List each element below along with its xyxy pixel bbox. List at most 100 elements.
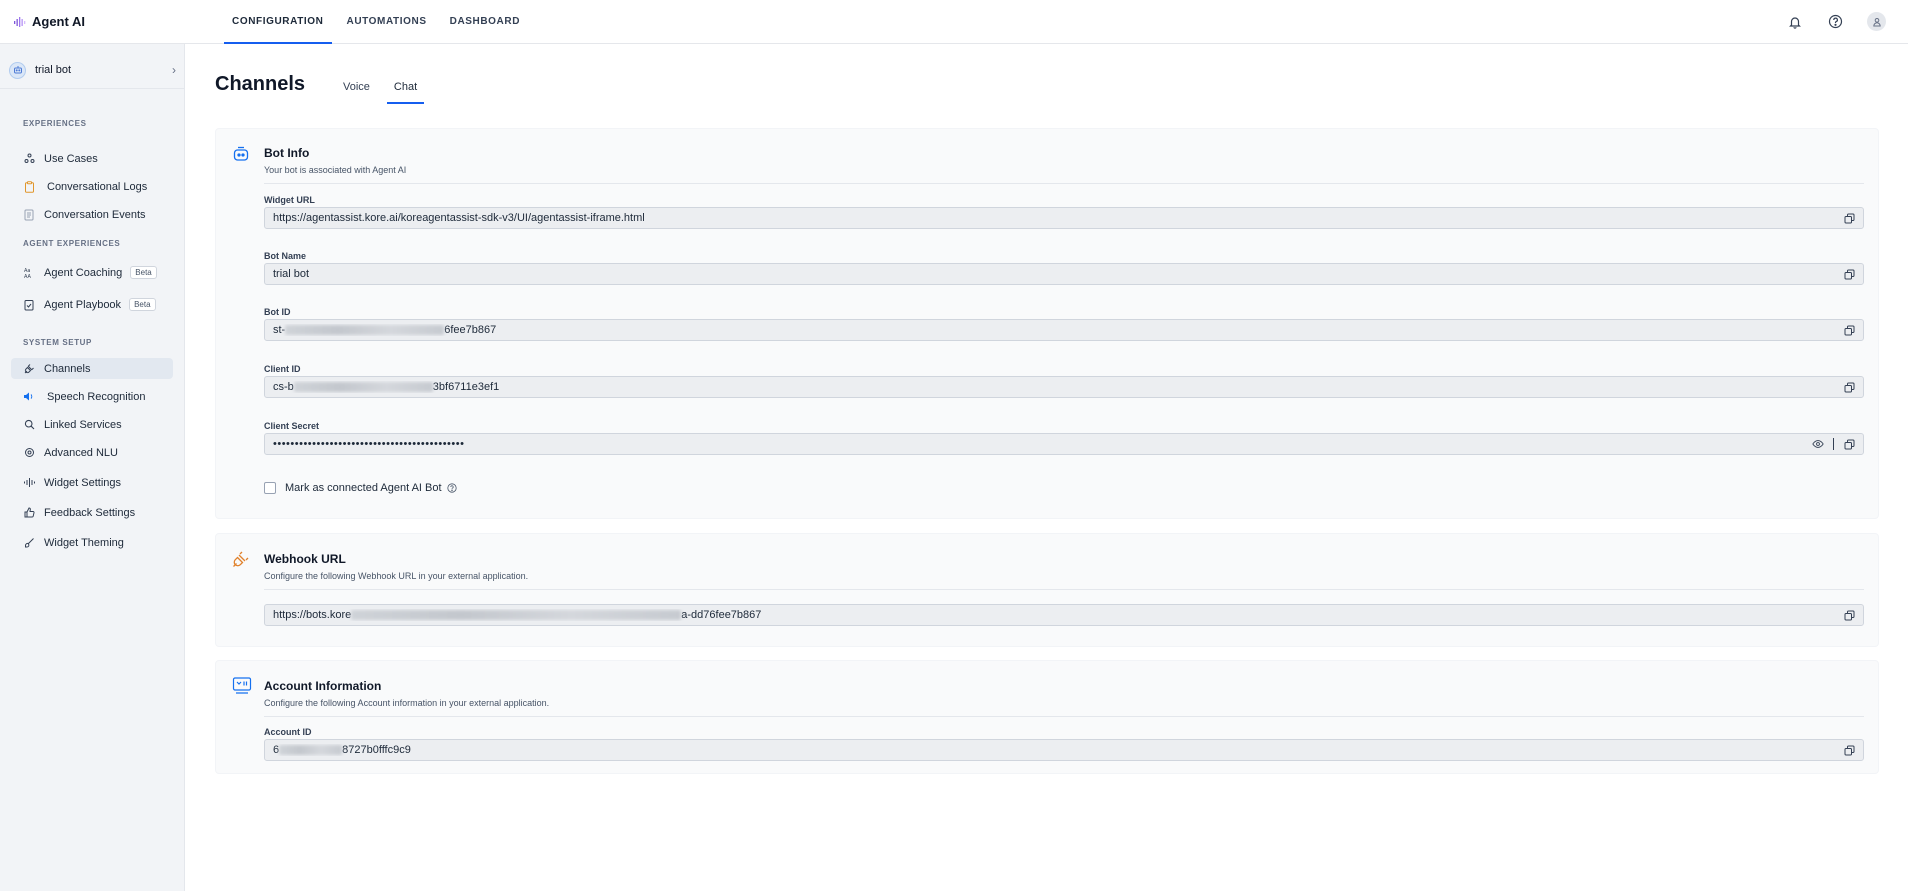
info-icon[interactable] <box>446 483 457 493</box>
speaker-icon <box>23 391 35 403</box>
section-system-setup: SYSTEM SETUP <box>23 338 92 347</box>
sidebar-item-agent-coaching[interactable]: Aa AA Agent Coaching Beta <box>11 262 173 283</box>
redacted-mask <box>351 610 682 621</box>
brand-name: Agent AI <box>32 14 85 29</box>
channel-tabs: Voice Chat <box>336 76 425 104</box>
sidebar-item-use-cases[interactable]: Use Cases <box>11 148 173 169</box>
bot-id-prefix: st- <box>273 324 286 336</box>
bot-id-field[interactable]: st- 6fee7b867 <box>264 319 1864 341</box>
plug-icon <box>23 363 35 375</box>
connected-bot-checkbox[interactable] <box>264 482 276 494</box>
bot-info-card: Bot Info Your bot is associated with Age… <box>215 128 1879 519</box>
tab-configuration[interactable]: CONFIGURATION <box>224 0 332 44</box>
bot-selector[interactable]: trial bot › <box>0 52 185 89</box>
copy-icon[interactable] <box>1843 609 1855 621</box>
separator <box>1833 438 1834 450</box>
waveform-icon <box>23 477 35 489</box>
sidebar-item-feedback-settings[interactable]: Feedback Settings <box>11 502 173 523</box>
divider <box>264 183 1864 184</box>
account-card: Account Information Configure the follow… <box>215 660 1879 774</box>
thumbs-up-icon <box>23 507 35 519</box>
widget-url-field[interactable]: https://agentassist.kore.ai/koreagentass… <box>264 207 1864 229</box>
redacted-mask <box>279 745 343 756</box>
help-icon[interactable] <box>1826 12 1845 31</box>
sidebar-item-channels[interactable]: Channels <box>11 358 173 379</box>
tab-dashboard[interactable]: DASHBOARD <box>442 0 528 44</box>
sidebar-item-label: Agent Coaching <box>44 266 123 279</box>
sidebar-item-conversational-logs[interactable]: Conversational Logs <box>11 176 173 197</box>
client-id-field[interactable]: cs-b 3bf6711e3ef1 <box>264 376 1864 398</box>
copy-icon[interactable] <box>1843 212 1855 224</box>
beta-badge: Beta <box>129 298 156 311</box>
client-id-value: cs-b 3bf6711e3ef1 <box>273 381 1843 393</box>
sidebar: trial bot › EXPERIENCES Use Cases Conver… <box>0 44 185 891</box>
card-title: Account Information <box>264 679 382 693</box>
bot-icon <box>233 146 249 161</box>
sidebar-item-widget-theming[interactable]: Widget Theming <box>11 532 173 553</box>
account-id-label: Account ID <box>264 727 312 737</box>
brand-logo[interactable]: Agent AI <box>14 14 85 29</box>
webhook-card: Webhook URL Configure the following Webh… <box>215 533 1879 647</box>
widget-url-value: https://agentassist.kore.ai/koreagentass… <box>273 212 645 224</box>
copy-icon[interactable] <box>1843 324 1855 336</box>
redacted-mask <box>293 382 433 393</box>
copy-icon[interactable] <box>1843 268 1855 280</box>
bot-name-label: Bot Name <box>264 251 307 261</box>
webhook-url-field[interactable]: https://bots.kore a-dd76fee7b867 <box>264 604 1864 626</box>
account-id-suffix: 8727b0fffc9c9 <box>342 744 411 756</box>
sidebar-item-advanced-nlu[interactable]: Advanced NLU <box>11 442 173 463</box>
top-nav-tabs: CONFIGURATION AUTOMATIONS DASHBOARD <box>224 0 535 44</box>
clipboard-icon <box>23 180 35 193</box>
document-icon <box>23 209 35 221</box>
webhook-url-prefix: https://bots.kore <box>273 609 352 621</box>
tab-chat[interactable]: Chat <box>386 76 425 104</box>
copy-icon[interactable] <box>1843 744 1855 756</box>
bot-id-label: Bot ID <box>264 307 291 317</box>
sidebar-item-label: Widget Theming <box>44 536 124 549</box>
account-icon <box>232 677 252 694</box>
sidebar-item-linked-services[interactable]: Linked Services <box>11 414 173 435</box>
divider <box>264 716 1864 717</box>
plug-icon <box>233 551 249 567</box>
sidebar-item-speech-recognition[interactable]: Speech Recognition <box>11 386 173 407</box>
sidebar-item-label: Agent Playbook <box>44 298 122 311</box>
bot-id-suffix: 6fee7b867 <box>444 324 497 336</box>
webhook-url-suffix: a-dd76fee7b867 <box>681 609 762 621</box>
search-icon <box>23 419 35 431</box>
playbook-icon <box>23 299 35 311</box>
tab-voice[interactable]: Voice <box>336 76 377 104</box>
divider <box>264 589 1864 590</box>
bell-icon[interactable] <box>1785 12 1804 31</box>
account-id-field[interactable]: 6 8727b0fffc9c9 <box>264 739 1864 761</box>
top-icons <box>1785 12 1886 31</box>
sidebar-item-label: Conversational Logs <box>47 180 148 193</box>
sidebar-item-label: Conversation Events <box>44 208 146 221</box>
sidebar-item-label: Speech Recognition <box>47 390 146 403</box>
sidebar-item-label: Linked Services <box>44 418 122 431</box>
sidebar-item-widget-settings[interactable]: Widget Settings <box>11 472 173 493</box>
client-id-suffix: 3bf6711e3ef1 <box>432 381 500 393</box>
client-id-prefix: cs-b <box>273 381 294 393</box>
beta-badge: Beta <box>130 266 157 279</box>
use-cases-icon <box>23 153 35 165</box>
bot-name-field[interactable]: trial bot <box>264 263 1864 285</box>
copy-icon[interactable] <box>1843 381 1855 393</box>
card-title: Webhook URL <box>264 552 346 566</box>
account-id-value: 6 8727b0fffc9c9 <box>273 744 1843 756</box>
sidebar-item-label: Use Cases <box>44 152 98 165</box>
sidebar-item-conversation-events[interactable]: Conversation Events <box>11 204 173 225</box>
svg-text:AA: AA <box>24 274 32 278</box>
coaching-icon: Aa AA <box>23 267 35 279</box>
sidebar-item-label: Widget Settings <box>44 476 122 489</box>
eye-icon[interactable] <box>1812 438 1824 450</box>
waveform-logo-icon <box>14 16 26 27</box>
sidebar-item-agent-playbook[interactable]: Agent Playbook Beta <box>11 294 173 315</box>
client-secret-field[interactable]: ••••••••••••••••••••••••••••••••••••••••… <box>264 433 1864 455</box>
bot-name-value: trial bot <box>273 268 310 280</box>
page-title: Channels <box>215 73 306 95</box>
bot-name: trial bot <box>35 64 72 76</box>
user-avatar-icon[interactable] <box>1867 12 1886 31</box>
tab-automations[interactable]: AUTOMATIONS <box>339 0 435 44</box>
sidebar-item-label: Feedback Settings <box>44 506 136 519</box>
copy-icon[interactable] <box>1843 438 1855 450</box>
